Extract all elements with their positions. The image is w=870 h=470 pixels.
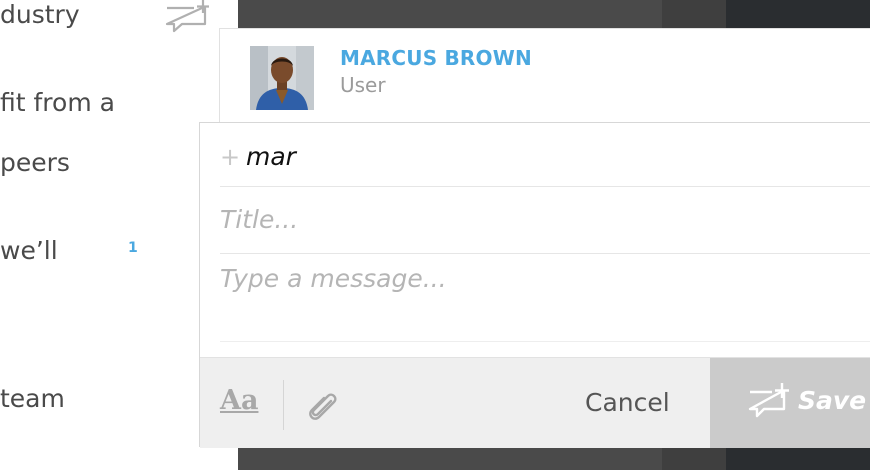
add-comment-icon[interactable] bbox=[164, 0, 214, 34]
compose-box: + Aa Cancel Save bbox=[199, 122, 870, 448]
save-label: Save bbox=[798, 386, 867, 415]
mention-suggestions: MARCUS BROWN User bbox=[219, 28, 870, 124]
mention-user-name: MARCUS BROWN bbox=[340, 46, 532, 70]
toolbar-divider bbox=[283, 380, 284, 430]
save-button[interactable]: Save bbox=[710, 358, 870, 448]
document-text-line: team bbox=[0, 384, 65, 413]
cancel-button[interactable]: Cancel bbox=[585, 388, 670, 417]
document-text-line: dustry bbox=[0, 0, 80, 29]
mention-user-role: User bbox=[340, 73, 386, 97]
mention-suggestion-item[interactable]: MARCUS BROWN User bbox=[220, 29, 870, 123]
document-text-line: we’ll bbox=[0, 236, 58, 265]
recipient-row: + bbox=[220, 136, 870, 187]
plus-icon[interactable]: + bbox=[220, 145, 240, 169]
title-input[interactable] bbox=[220, 201, 820, 237]
message-input[interactable] bbox=[220, 254, 870, 352]
comment-count-badge[interactable]: 1 bbox=[128, 240, 138, 256]
divider bbox=[220, 341, 870, 342]
compose-toolbar: Aa Cancel Save bbox=[200, 357, 870, 448]
title-row bbox=[220, 187, 870, 254]
avatar bbox=[250, 46, 314, 110]
save-comment-icon bbox=[748, 383, 789, 418]
document-text-line: peers bbox=[0, 148, 70, 177]
text-format-button[interactable]: Aa bbox=[220, 385, 258, 416]
document-text-line: fit from a bbox=[0, 88, 115, 117]
paperclip-icon[interactable] bbox=[304, 388, 344, 428]
recipient-input[interactable] bbox=[246, 138, 746, 174]
